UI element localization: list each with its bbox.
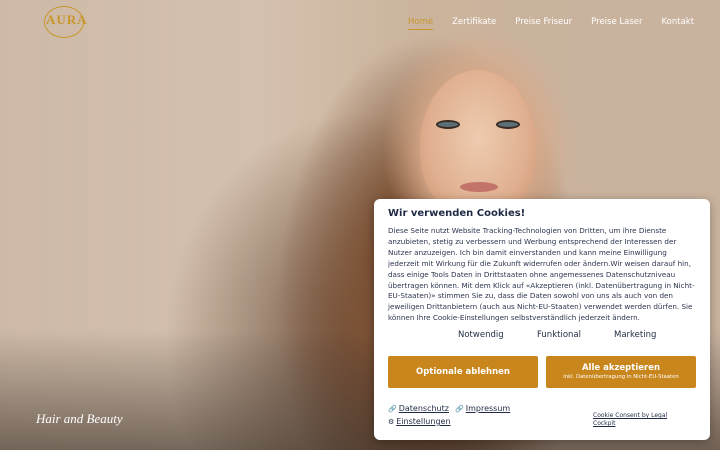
category-marketing[interactable]: Marketing xyxy=(614,330,656,340)
model-face-image xyxy=(420,70,536,220)
nav-item-zertifikate[interactable]: Zertifikate xyxy=(452,17,496,30)
link-icon: 🔗 xyxy=(388,405,397,413)
category-funktional[interactable]: Funktional xyxy=(537,330,581,340)
nav-item-preise-friseur[interactable]: Preise Friseur xyxy=(515,17,572,30)
eye-shape xyxy=(496,120,520,129)
link-icon: 🔗 xyxy=(455,405,464,413)
cookie-body: Diese Seite nutzt Website Tracking-Techn… xyxy=(388,226,695,323)
nav-item-kontakt[interactable]: Kontakt xyxy=(662,17,695,30)
imprint-link-label: Impressum xyxy=(465,404,511,413)
nav-item-home[interactable]: Home xyxy=(408,17,434,30)
nav-item-preise-laser[interactable]: Preise Laser xyxy=(591,17,642,30)
cookie-dialog: Wir verwenden Cookies! Diese Seite nutzt… xyxy=(374,199,710,440)
category-notwendig[interactable]: Notwendig xyxy=(458,330,504,340)
lips-shape xyxy=(460,182,498,192)
settings-link-label: Einstellungen xyxy=(396,417,451,426)
logo[interactable]: AURA xyxy=(46,12,88,28)
reject-optional-button[interactable]: Optionale ablehnen xyxy=(388,356,538,388)
imprint-link[interactable]: 🔗 Impressum xyxy=(455,404,510,413)
privacy-link[interactable]: 🔗 Datenschutz xyxy=(388,404,449,413)
accept-all-button[interactable]: Alle akzeptieren inkl. Datenübertragung … xyxy=(546,356,696,388)
accept-all-sublabel: inkl. Datenübertragung in Nicht-EU-Staat… xyxy=(563,374,679,380)
legal-cockpit-credit-link[interactable]: Cookie Consent by Legal Cockpit xyxy=(593,412,683,428)
settings-link[interactable]: ⚙ Einstellungen xyxy=(388,417,451,426)
eye-shape xyxy=(436,120,460,129)
main-nav: Home Zertifikate Preise Friseur Preise L… xyxy=(408,17,713,30)
cookie-title: Wir verwenden Cookies! xyxy=(388,208,526,219)
gear-icon: ⚙ xyxy=(388,418,395,426)
privacy-link-label: Datenschutz xyxy=(398,404,449,413)
accept-all-label: Alle akzeptieren xyxy=(581,363,661,373)
hero-tagline: Hair and Beauty xyxy=(36,411,123,426)
